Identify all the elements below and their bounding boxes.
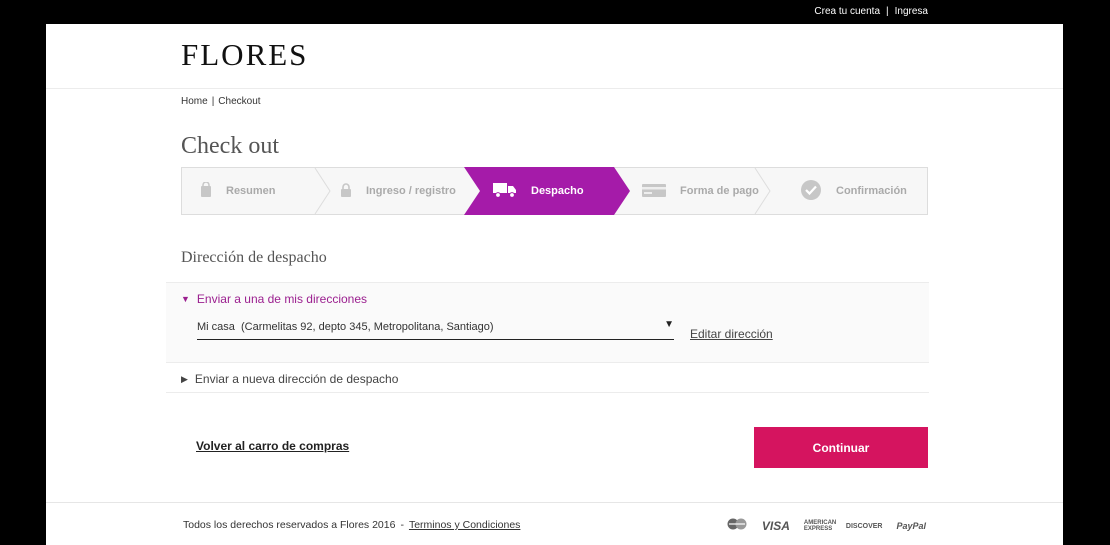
site-header: FLORES — [46, 24, 1063, 89]
payment-methods: VISA AMERICAN EXPRESS DISCOVER PayPal — [726, 517, 926, 535]
step-label: Confirmación — [836, 185, 907, 197]
address-select[interactable]: Mi casa (Carmelitas 92, depto 345, Metro… — [197, 319, 674, 340]
saved-address-label: Enviar a una de mis direcciones — [196, 292, 368, 306]
bag-icon — [200, 180, 212, 201]
step-forma-de-pago[interactable]: Forma de pago — [642, 168, 759, 214]
section-title: Dirección de despacho — [181, 249, 327, 266]
saved-address-toggle[interactable]: ▼ Enviar a una de mis direcciones — [181, 292, 367, 306]
footer: Todos los derechos reservados a Flores 2… — [46, 502, 1063, 545]
step-resumen[interactable]: Resumen — [200, 168, 276, 214]
check-circle-icon — [800, 179, 822, 204]
triangle-down-icon: ▼ — [181, 294, 190, 304]
new-address-label: Enviar a nueva dirección de despacho — [194, 372, 399, 386]
new-address-option: ▶ Enviar a nueva dirección de despacho — [166, 362, 929, 393]
mastercard-icon — [726, 517, 748, 535]
discover-icon: DISCOVER — [845, 522, 883, 530]
breadcrumb-separator: | — [211, 96, 215, 107]
step-divider — [314, 168, 331, 214]
triangle-right-icon: ▶ — [181, 373, 188, 384]
top-bar: Crea tu cuenta | Ingresa — [0, 0, 1110, 24]
step-confirmacion[interactable]: Confirmación — [800, 168, 907, 214]
breadcrumb-home[interactable]: Home — [181, 96, 208, 107]
create-account-link[interactable]: Crea tu cuenta — [814, 6, 880, 17]
credit-card-icon — [642, 182, 666, 201]
dropdown-arrow-icon: ▼ — [664, 319, 674, 330]
account-links-separator: | — [886, 6, 889, 17]
step-label: Forma de pago — [680, 185, 759, 197]
amex-icon: AMERICAN EXPRESS — [803, 520, 837, 532]
footer-separator: - — [400, 519, 404, 531]
copyright: Todos los derechos reservados a Flores 2… — [183, 519, 520, 531]
step-ingreso-registro[interactable]: Ingreso / registro — [340, 168, 456, 214]
terms-link[interactable]: Terminos y Condiciones — [409, 519, 520, 531]
checkout-steps: Resumen Ingreso / registro Despacho Form… — [181, 167, 928, 215]
step-despacho[interactable]: Despacho — [493, 168, 584, 214]
edit-address-link[interactable]: Editar dirección — [690, 327, 773, 341]
login-link[interactable]: Ingresa — [895, 6, 928, 17]
logo[interactable]: FLORES — [181, 37, 308, 73]
visa-icon: VISA — [761, 519, 790, 533]
copyright-text: Todos los derechos reservados a Flores 2… — [183, 519, 396, 531]
address-select-value: Mi casa (Carmelitas 92, depto 345, Metro… — [197, 321, 494, 333]
new-address-toggle[interactable]: ▶ Enviar a nueva dirección de despacho — [181, 372, 398, 386]
lock-icon — [340, 182, 352, 201]
step-label: Despacho — [531, 185, 584, 197]
page: FLORES Home | Checkout Check out Resumen — [46, 24, 1063, 545]
continue-button[interactable]: Continuar — [754, 427, 928, 468]
page-title: Check out — [181, 133, 279, 159]
back-to-cart-link[interactable]: Volver al carro de compras — [196, 439, 349, 453]
breadcrumb-current: Checkout — [218, 96, 261, 107]
account-links: Crea tu cuenta | Ingresa — [814, 6, 928, 17]
step-label: Ingreso / registro — [366, 185, 456, 197]
saved-address-option: ▼ Enviar a una de mis direcciones Mi cas… — [166, 282, 929, 362]
truck-icon — [493, 182, 517, 201]
paypal-icon: PayPal — [896, 521, 926, 531]
breadcrumb: Home | Checkout — [181, 96, 261, 107]
step-label: Resumen — [226, 185, 276, 197]
